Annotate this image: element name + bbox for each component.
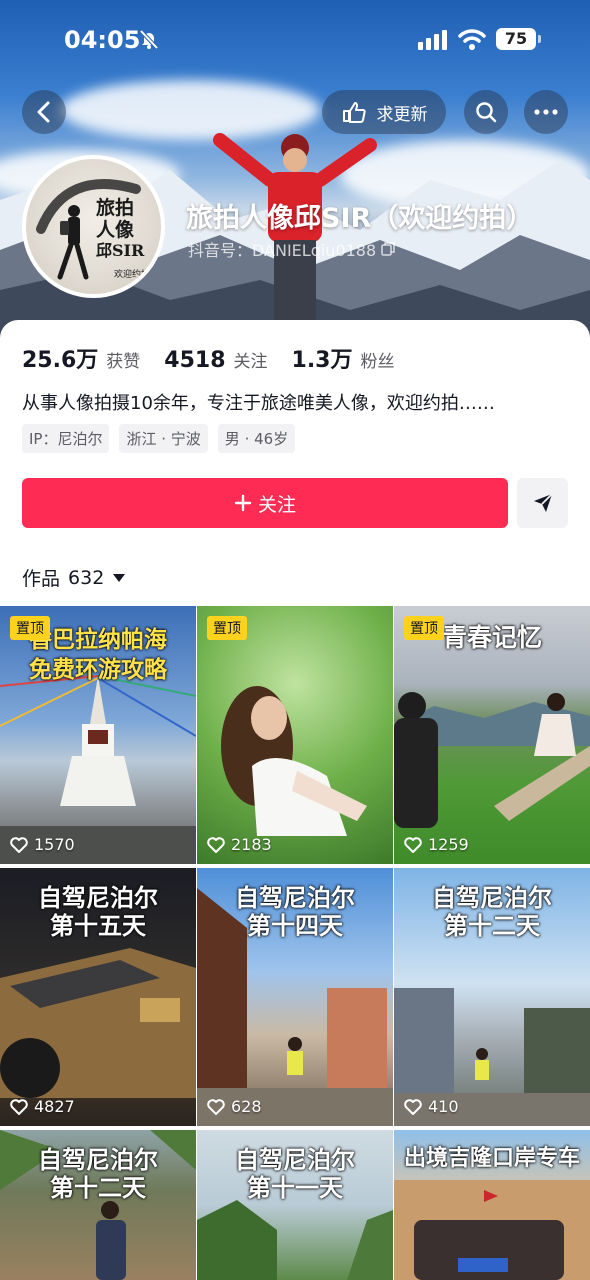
works-tab[interactable]: 作品 632 xyxy=(22,564,126,591)
stat-followers[interactable]: 1.3万 粉丝 xyxy=(292,342,395,374)
heart-outline-icon xyxy=(404,836,422,853)
video-title: 免费环游攻略 xyxy=(29,656,167,683)
stat-number: 4518 xyxy=(164,348,226,373)
avatar[interactable]: 旅拍 人像 邱SIR 欢迎约拍 xyxy=(22,155,165,298)
heart-outline-icon xyxy=(207,1098,225,1115)
heart-outline-icon xyxy=(207,836,225,853)
video-title: 第十二天 xyxy=(444,911,540,940)
caret-down-icon xyxy=(113,573,126,582)
stat-likes[interactable]: 25.6万 获赞 xyxy=(22,342,140,374)
heart-outline-icon xyxy=(10,836,28,853)
follow-button[interactable]: 关注 xyxy=(22,478,508,528)
more-dots-icon xyxy=(534,109,558,115)
portrait-woman-image xyxy=(221,686,367,836)
video-likes: 1570 xyxy=(10,835,75,854)
stat-label: 关注 xyxy=(233,352,268,372)
follow-label: 关注 xyxy=(257,493,296,516)
profile-stats: 25.6万 获赞 4518 关注 1.3万 粉丝 xyxy=(22,342,419,374)
wifi-icon xyxy=(458,29,486,50)
like-count: 628 xyxy=(231,1097,262,1116)
stat-following[interactable]: 4518 关注 xyxy=(164,347,267,373)
douyin-id-text: 抖音号：DANIELqiu0188 xyxy=(188,241,377,260)
video-title: 出境吉隆口岸专车 xyxy=(403,1145,580,1171)
video-thumbnail[interactable]: 自驾尼泊尔 第十二天 410 xyxy=(394,868,590,1126)
pinned-badge: 置顶 xyxy=(404,616,444,640)
status-bar: 04:05 75 xyxy=(0,0,590,80)
like-count: 1570 xyxy=(34,835,75,854)
back-button[interactable] xyxy=(22,90,66,134)
stat-number: 1.3万 xyxy=(291,348,353,373)
video-likes: 628 xyxy=(207,1097,262,1116)
more-button[interactable] xyxy=(524,90,568,134)
works-count: 632 xyxy=(68,566,105,589)
profile-bio[interactable]: 从事人像拍摄10余年，专注于旅途唯美人像，欢迎约拍…… xyxy=(22,389,495,415)
stat-label: 粉丝 xyxy=(360,352,395,372)
request-update-label: 求更新 xyxy=(376,104,428,125)
video-likes: 2183 xyxy=(207,835,272,854)
pinned-badge: 置顶 xyxy=(10,616,50,640)
pinned-badge: 置顶 xyxy=(207,616,247,640)
video-thumbnail[interactable]: 置顶 2183 xyxy=(197,606,393,864)
search-icon xyxy=(476,102,497,123)
tag-gender-age: 男 · 46岁 xyxy=(217,424,296,453)
video-thumbnail[interactable]: 青春记忆 置顶 1259 xyxy=(394,606,590,864)
bell-mute-icon xyxy=(139,29,159,50)
video-likes: 1259 xyxy=(404,835,469,854)
like-count: 1259 xyxy=(428,835,469,854)
pointing-hand-icon xyxy=(342,102,366,123)
video-title: 第十五天 xyxy=(50,911,146,940)
video-thumbnail[interactable]: 自驾尼泊尔 第十二天 xyxy=(0,1130,196,1280)
copy-icon[interactable] xyxy=(380,241,396,257)
works-label: 作品 xyxy=(22,568,61,590)
share-button[interactable] xyxy=(517,478,568,528)
search-button[interactable] xyxy=(464,90,508,134)
heart-outline-icon xyxy=(10,1098,28,1115)
like-count: 4827 xyxy=(34,1097,75,1116)
profile-name: 旅拍人像邱SIR（欢迎约拍） xyxy=(186,203,534,234)
heart-outline-icon xyxy=(404,1098,422,1115)
avatar-logo-sub: 欢迎约拍 xyxy=(114,270,151,280)
signal-icon xyxy=(418,30,447,50)
video-thumbnail[interactable]: 香巴拉纳帕海 免费环游攻略 置顶 1570 xyxy=(0,606,196,864)
like-count: 410 xyxy=(428,1097,459,1116)
douyin-id[interactable]: 抖音号：DANIELqiu0188 xyxy=(188,237,396,261)
video-likes: 4827 xyxy=(10,1097,75,1116)
video-title: 第十四天 xyxy=(247,911,343,940)
avatar-logo-text: 邱SIR xyxy=(96,241,145,260)
tag-ip-location: IP：尼泊尔 xyxy=(22,424,110,453)
stat-label: 获赞 xyxy=(106,352,141,372)
tag-region: 浙江 · 宁波 xyxy=(119,424,208,453)
video-thumbnail[interactable]: 自驾尼泊尔 第十四天 628 xyxy=(197,868,393,1126)
profile-tags: IP：尼泊尔 浙江 · 宁波 男 · 46岁 xyxy=(22,424,296,453)
video-thumbnail[interactable]: 出境吉隆口岸专车 xyxy=(394,1130,590,1280)
plus-icon xyxy=(234,494,252,512)
video-thumbnail[interactable]: 自驾尼泊尔 第十一天 xyxy=(197,1130,393,1280)
request-update-button[interactable]: 求更新 xyxy=(322,90,446,134)
battery-indicator: 75 xyxy=(496,28,541,50)
chevron-left-icon xyxy=(37,101,50,123)
video-likes: 410 xyxy=(404,1097,459,1116)
status-time: 04:05 xyxy=(64,26,141,54)
stat-number: 25.6万 xyxy=(22,348,99,373)
video-thumbnail[interactable]: 自驾尼泊尔 第十五天 4827 xyxy=(0,868,196,1126)
video-title: 第十一天 xyxy=(247,1173,343,1202)
video-title: 第十二天 xyxy=(50,1173,146,1202)
like-count: 2183 xyxy=(231,835,272,854)
send-icon xyxy=(533,493,553,512)
